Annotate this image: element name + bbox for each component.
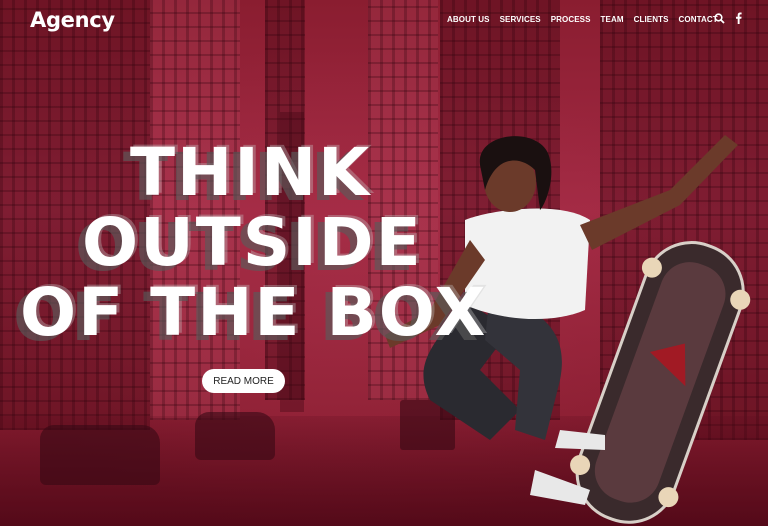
skateboard: [570, 241, 751, 524]
facebook-icon[interactable]: [735, 12, 742, 24]
search-icon[interactable]: [714, 12, 725, 24]
building-left-mid: [150, 0, 240, 420]
car-left: [40, 425, 160, 485]
brand-logo[interactable]: Agency: [30, 8, 115, 32]
hero-section: Agency ABOUT US SERVICES PROCESS TEAM CL…: [0, 0, 768, 526]
nav-icons: [714, 12, 742, 24]
car-mid: [195, 412, 275, 460]
building-left: [0, 0, 150, 430]
skater-image: [385, 135, 751, 524]
nav-process[interactable]: PROCESS: [551, 15, 591, 24]
nav-clients[interactable]: CLIENTS: [634, 15, 669, 24]
building-spire: [280, 112, 304, 412]
read-more-button[interactable]: READ MORE: [202, 369, 285, 393]
nav-team[interactable]: TEAM: [601, 15, 624, 24]
main-nav: ABOUT US SERVICES PROCESS TEAM CLIENTS C…: [447, 15, 718, 24]
nav-services[interactable]: SERVICES: [500, 15, 541, 24]
nav-about-us[interactable]: ABOUT US: [447, 15, 490, 24]
nav-contact[interactable]: CONTACT: [679, 15, 718, 24]
